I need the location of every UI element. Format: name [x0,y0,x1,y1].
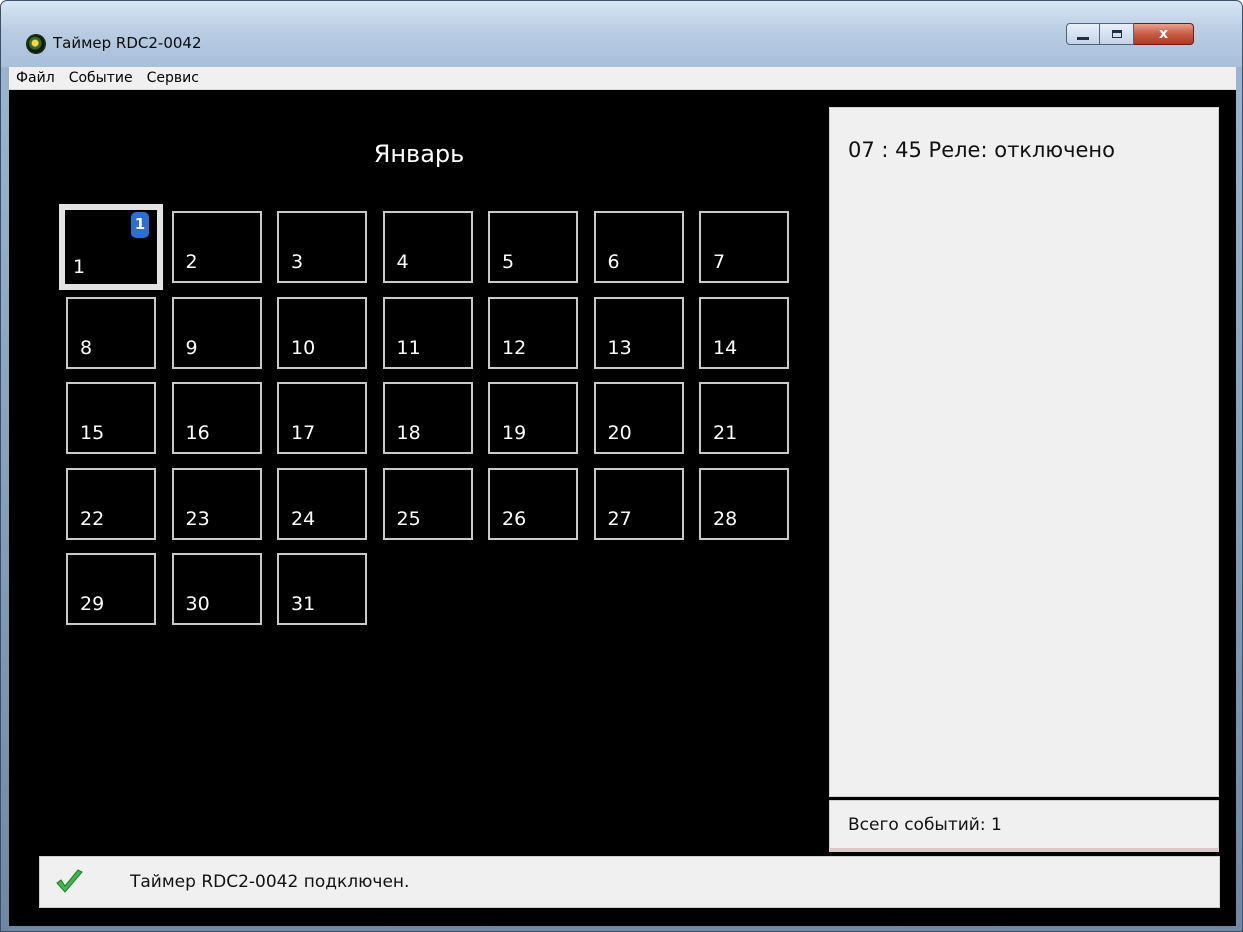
day-number: 8 [80,336,93,359]
calendar-day[interactable]: 2 [171,211,262,283]
day-number: 7 [713,251,726,273]
calendar-day[interactable]: 7 [699,211,789,283]
app-window: Таймер RDC2-0042 x Файл Событие Сервис Я… [0,0,1243,932]
events-total-box: Всего событий: 1 [829,800,1219,852]
day-number: 15 [80,422,105,444]
day-number: 5 [502,251,515,273]
calendar-day[interactable]: 30 [171,553,262,625]
menu-bar: Файл Событие Сервис [9,67,1236,90]
events-total-label: Всего событий: 1 [848,815,1002,835]
day-number: 25 [396,507,421,530]
day-number: 12 [502,336,527,359]
minimize-button[interactable] [1066,23,1100,45]
calendar-day[interactable]: 20 [593,382,684,454]
day-number: 10 [291,336,316,359]
day-number: 3 [291,251,304,273]
minimize-icon [1077,36,1089,40]
calendar-day[interactable]: 17 [277,382,367,454]
window-controls: x [1066,23,1194,45]
day-number: 19 [502,422,527,444]
day-number: 1 [73,256,86,278]
calendar-day[interactable]: 28 [699,467,789,540]
calendar-day[interactable]: 24 [277,467,367,540]
calendar-day[interactable]: 13 [593,296,684,369]
calendar-day[interactable]: 3 [277,211,367,283]
calendar-day[interactable]: 14 [699,296,789,369]
day-number: 14 [713,336,738,359]
day-number: 30 [185,593,210,615]
client-area: Январь 1 1 2 3 4 5 6 7 8 9 10 11 12 13 14 15 16 17 18 19 20 2… [9,90,1236,926]
day-number: 29 [80,593,105,615]
calendar-day[interactable]: 19 [488,382,578,454]
calendar-day[interactable]: 8 [66,296,156,369]
day-number: 17 [291,422,316,444]
maximize-button[interactable] [1100,23,1134,45]
event-count-badge: 1 [131,212,149,238]
events-panel: 07 : 45 Реле: отключено [829,107,1219,797]
day-number: 23 [185,507,210,530]
calendar-day[interactable]: 5 [488,211,578,283]
title-bar[interactable]: Таймер RDC2-0042 x [1,1,1242,67]
day-number: 13 [607,336,632,359]
maximize-icon [1111,30,1122,38]
menu-event[interactable]: Событие [62,70,140,86]
calendar-day[interactable]: 11 [382,296,473,369]
calendar-day[interactable]: 10 [277,296,367,369]
calendar-day[interactable]: 12 [488,296,578,369]
calendar-day[interactable]: 31 [277,553,367,625]
day-number: 31 [291,593,316,615]
calendar-day[interactable]: 4 [382,211,473,283]
calendar-day[interactable]: 16 [171,382,262,454]
day-number: 4 [396,251,409,273]
calendar-day[interactable]: 18 [382,382,473,454]
day-number: 21 [713,422,738,444]
calendar-day[interactable]: 29 [66,553,156,625]
check-icon [56,869,83,893]
day-number: 24 [291,507,316,530]
window-title: Таймер RDC2-0042 [53,34,202,52]
day-number: 18 [396,422,421,444]
event-entry[interactable]: 07 : 45 Реле: отключено [848,138,1115,162]
day-number: 6 [607,251,620,273]
menu-service[interactable]: Сервис [140,70,206,86]
calendar-day[interactable]: 9 [171,296,262,369]
calendar-day[interactable]: 23 [171,467,262,540]
day-number: 9 [185,336,198,359]
calendar-day[interactable]: 11 [59,204,163,290]
calendar-day[interactable]: 15 [66,382,156,454]
status-text: Таймер RDC2-0042 подключен. [130,872,410,892]
calendar-day[interactable]: 21 [699,382,789,454]
calendar-day[interactable]: 26 [488,467,578,540]
day-number: 2 [185,251,198,273]
day-number: 22 [80,507,105,530]
day-number: 27 [607,507,632,530]
calendar-day[interactable]: 6 [593,211,684,283]
calendar-day[interactable]: 25 [382,467,473,540]
status-bar: Таймер RDC2-0042 подключен. [39,856,1220,908]
day-number: 16 [185,422,210,444]
day-number: 26 [502,507,527,530]
close-icon: x [1158,26,1169,42]
month-title: Январь [373,140,465,168]
close-button[interactable]: x [1134,23,1194,45]
calendar-day[interactable]: 22 [66,467,156,540]
menu-file[interactable]: Файл [9,70,62,86]
app-timer-icon [27,35,45,53]
day-number: 20 [607,422,632,444]
day-number: 11 [396,336,421,359]
day-number: 28 [713,507,738,530]
calendar-day[interactable]: 27 [593,467,684,540]
